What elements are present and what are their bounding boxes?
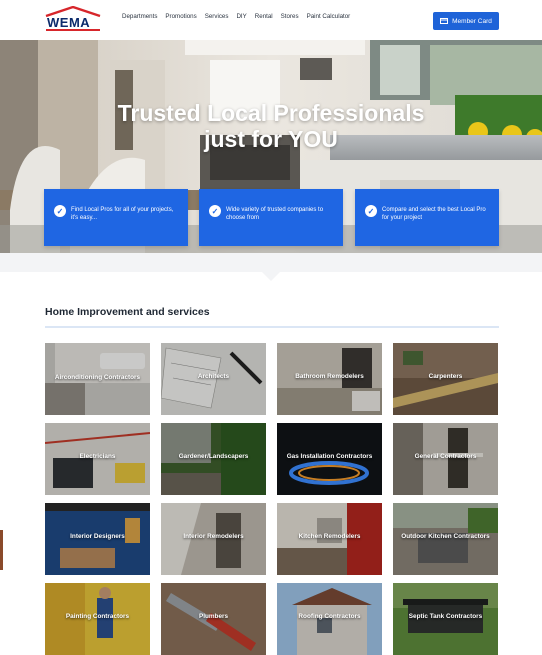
service-tile-interior-remodelers[interactable]: Interior Remodelers [161, 503, 266, 575]
service-tile-interior-designers[interactable]: Interior Designers [45, 503, 150, 575]
service-label: Gas Installation Contractors [286, 453, 373, 460]
feature-card-compare: ✓ Compare and select the best Local Pro … [355, 189, 499, 246]
nav-stores[interactable]: Stores [281, 13, 299, 20]
service-label: Architects [197, 373, 230, 380]
service-tile-gas[interactable]: Gas Installation Contractors [277, 423, 382, 495]
service-tile-electricians[interactable]: Electricians [45, 423, 150, 495]
service-label: Septic Tank Contractors [408, 613, 483, 620]
nav-services[interactable]: Services [205, 13, 229, 20]
service-label: Kitchen Remodelers [298, 533, 361, 540]
section-rule [45, 326, 499, 328]
left-edge-strip [0, 530, 3, 570]
service-label: General Contractors [414, 453, 477, 460]
service-label: Roofing Contractors [298, 613, 361, 620]
service-label: Bathroom Remodelers [295, 373, 364, 380]
service-tile-general[interactable]: General Contractors [393, 423, 498, 495]
service-label: Interior Designers [70, 533, 125, 540]
feature-text: Find Local Pros for all of your projects… [71, 207, 174, 221]
hero-title-line-2: just for YOU [204, 126, 338, 152]
check-circle-icon: ✓ [209, 205, 221, 217]
service-tile-bathroom[interactable]: Bathroom Remodelers [277, 343, 382, 415]
service-label: Plumbers [198, 613, 229, 620]
service-label: Outdoor Kitchen Contractors [401, 533, 490, 540]
service-label: Painting Contractors [65, 613, 130, 620]
hero-title: Trusted Local Professionals just for YOU [0, 100, 542, 152]
section-divider-arrow [262, 272, 280, 281]
page: WEMA Departments Promotions Services DIY… [0, 0, 542, 655]
logo-text: WEMA [47, 15, 91, 30]
service-tile-septic[interactable]: Septic Tank Contractors [393, 583, 498, 655]
service-tile-plumbers[interactable]: Plumbers [161, 583, 266, 655]
service-tile-carpenters[interactable]: Carpenters [393, 343, 498, 415]
service-tile-roofing[interactable]: Roofing Contractors [277, 583, 382, 655]
nav-paint-calculator[interactable]: Paint Calculator [307, 13, 351, 20]
section-title: Home Improvement and services [45, 306, 210, 318]
nav-diy[interactable]: DIY [236, 13, 246, 20]
check-circle-icon: ✓ [54, 205, 66, 217]
service-tile-kitchen[interactable]: Kitchen Remodelers [277, 503, 382, 575]
feature-text: Compare and select the best Local Pro fo… [382, 207, 486, 221]
feature-card-find-pros: ✓ Find Local Pros for all of your projec… [44, 189, 188, 246]
service-tile-airconditioning[interactable]: Airconditioning Contractors [45, 343, 150, 415]
member-card-label: Member Card [452, 17, 492, 25]
service-tile-painting[interactable]: Painting Contractors [45, 583, 150, 655]
service-label: Interior Remodelers [183, 533, 244, 540]
wema-logo[interactable]: WEMA [44, 6, 102, 34]
check-circle-icon: ✓ [365, 205, 377, 217]
service-label: Carpenters [428, 373, 463, 380]
feature-card-variety: ✓ Wide variety of trusted companies to c… [199, 189, 343, 246]
service-label: Electricians [79, 453, 116, 460]
nav-rental[interactable]: Rental [255, 13, 273, 20]
service-tile-architects[interactable]: Architects [161, 343, 266, 415]
service-label: Gardener/Landscapers [178, 453, 249, 460]
site-header: WEMA Departments Promotions Services DIY… [0, 0, 542, 40]
nav-departments[interactable]: Departments [122, 13, 157, 20]
card-icon [440, 18, 449, 24]
service-tile-gardener[interactable]: Gardener/Landscapers [161, 423, 266, 495]
nav-promotions[interactable]: Promotions [165, 13, 196, 20]
service-label: Airconditioning Contractors [54, 374, 141, 381]
feature-text: Wide variety of trusted companies to cho… [226, 207, 324, 221]
main-nav: Departments Promotions Services DIY Rent… [122, 13, 350, 20]
member-card-button[interactable]: Member Card [433, 12, 499, 30]
hero-title-line-1: Trusted Local Professionals [117, 100, 425, 126]
service-tile-outdoor-kitchen[interactable]: Outdoor Kitchen Contractors [393, 503, 498, 575]
